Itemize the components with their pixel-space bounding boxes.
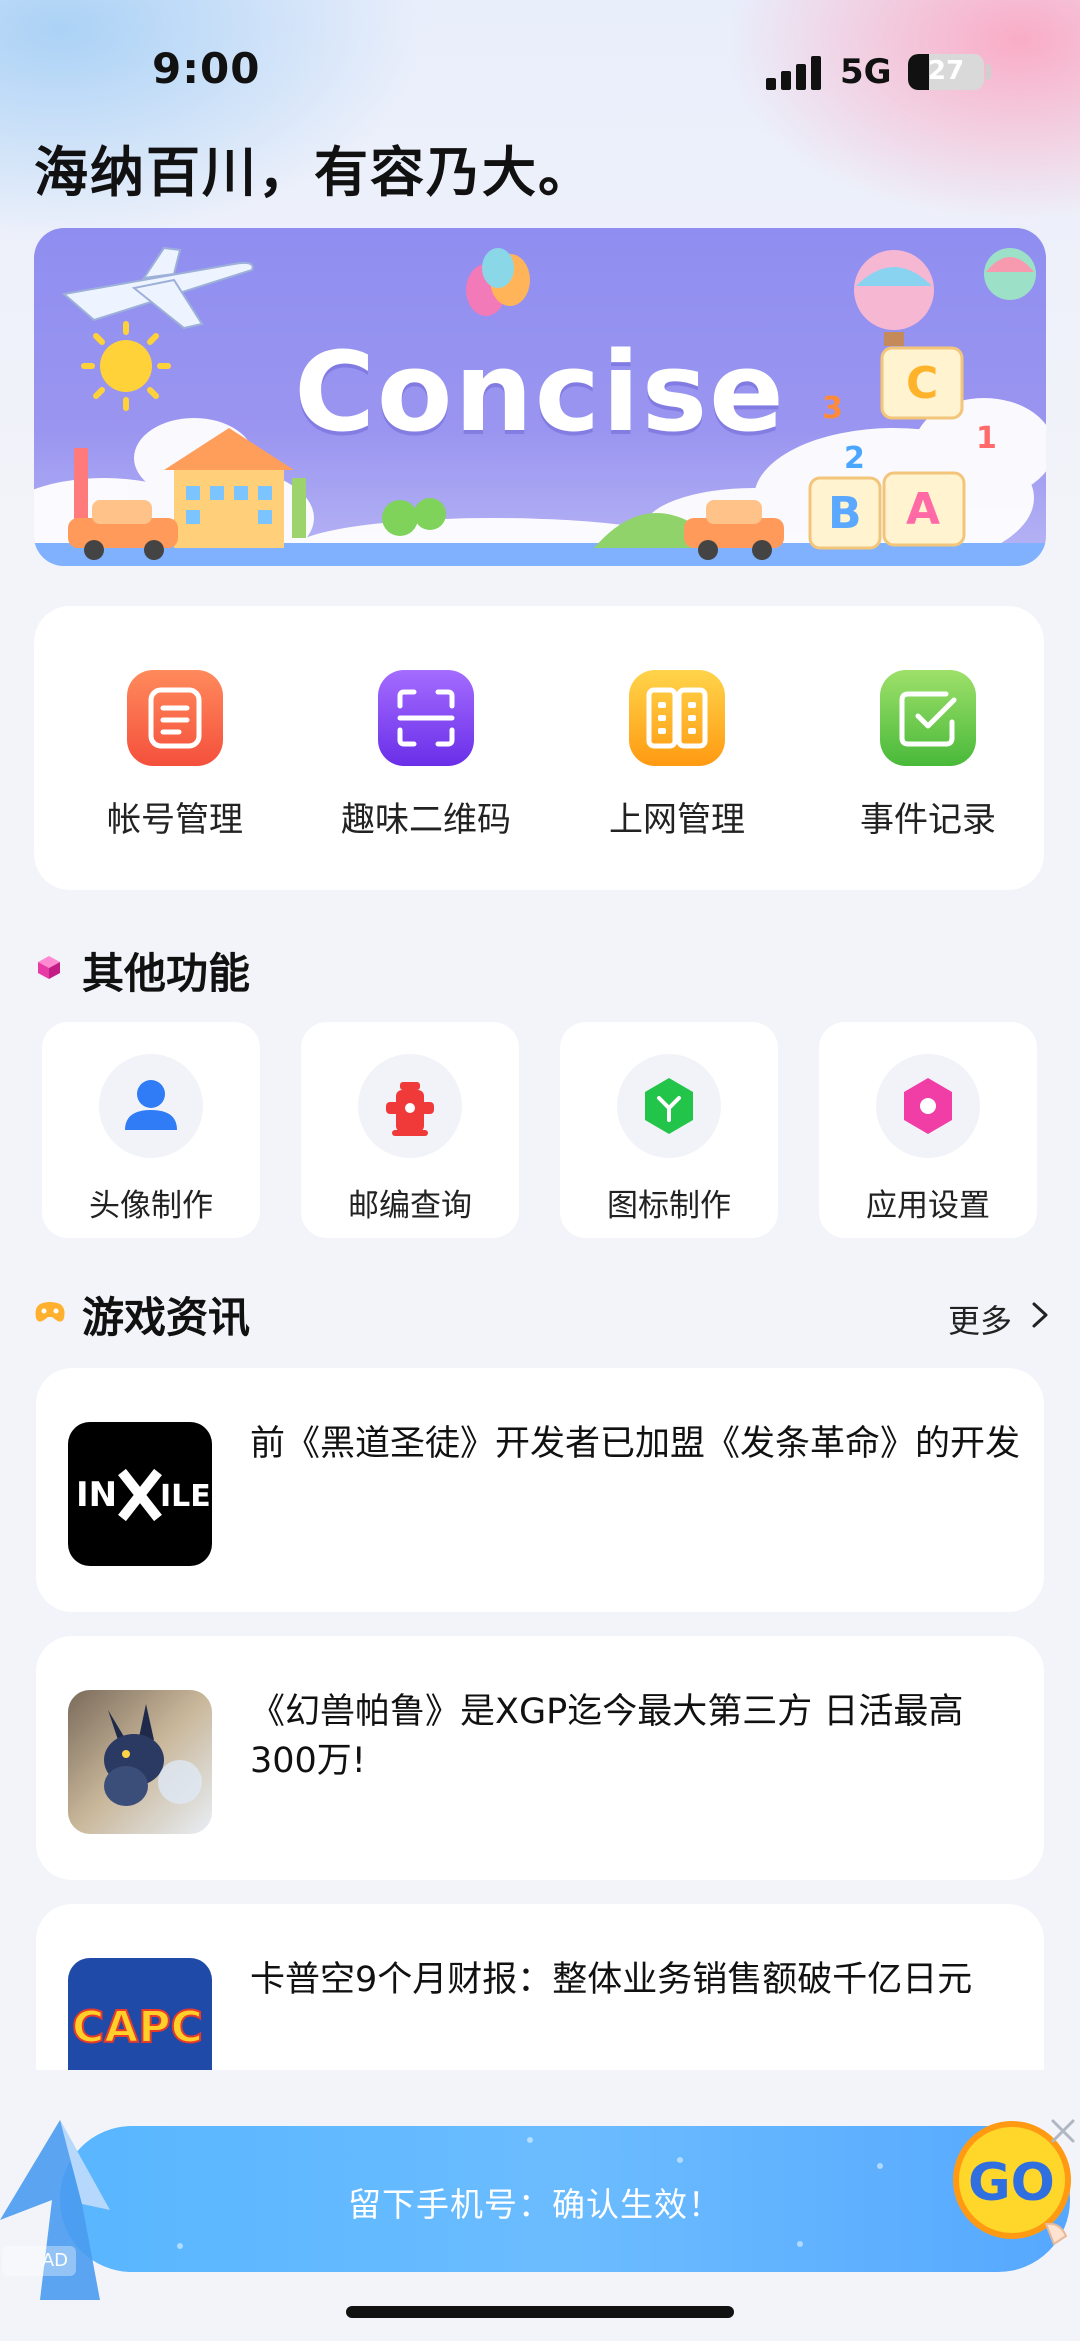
section-title-other-functions: 其他功能 (82, 949, 251, 998)
quick-action-events[interactable]: 事件记录 (828, 670, 1028, 850)
network-type: 5G (840, 52, 892, 92)
quick-actions-card: 帐号管理 趣味二维码 上网管理 事件记录 (34, 606, 1044, 890)
svg-text:B: B (828, 488, 862, 539)
battery-tip (986, 64, 991, 80)
signal-icon (766, 56, 822, 90)
quick-action-label: 上网管理 (609, 800, 745, 840)
battery-level: 27 (927, 56, 965, 86)
tile-label: 应用设置 (866, 1188, 990, 1224)
battery-icon: 27 (908, 54, 984, 90)
cube-icon (38, 956, 60, 979)
tile-postcode-lookup[interactable]: 邮编查询 (301, 1022, 519, 1238)
ad-text: 留下手机号：确认生效！ (348, 2185, 722, 2224)
section-title-game-news: 游戏资讯 (82, 1293, 251, 1342)
tile-icon-maker[interactable]: 图标制作 (560, 1022, 778, 1238)
ad-go-label: GO (968, 2153, 1055, 2213)
quick-action-label: 事件记录 (860, 800, 996, 840)
palworld-thumbnail (68, 1690, 212, 1834)
gamepad-icon (35, 1302, 65, 1322)
news-list-viewport: CAPC 卡普空9个月财报：整体业务销售额破千亿日元 (0, 1900, 1080, 2070)
checkbox-icon (880, 670, 976, 766)
tile-label: 头像制作 (89, 1188, 213, 1224)
tile-label: 图标制作 (607, 1188, 731, 1224)
news-card[interactable]: CAPC 卡普空9个月财报：整体业务销售额破千亿日元 (36, 1904, 1044, 2070)
quick-action-network[interactable]: 上网管理 (577, 670, 777, 850)
tile-avatar-maker[interactable]: 头像制作 (42, 1022, 260, 1238)
banner-title: Concise (294, 328, 786, 456)
svg-text:IN: IN (76, 1475, 117, 1515)
quick-action-label: 帐号管理 (107, 800, 243, 840)
close-icon[interactable] (1048, 2116, 1078, 2146)
status-time: 9:00 (152, 44, 261, 93)
hexagon-y-icon (617, 1054, 721, 1158)
news-title: 前《黑道圣徒》开发者已加盟《发条革命》的开发 (250, 1424, 1021, 1464)
svg-text:ILE: ILE (160, 1479, 211, 1514)
home-indicator[interactable] (346, 2306, 734, 2318)
quick-action-label: 趣味二维码 (341, 800, 511, 840)
more-link[interactable]: 更多 (948, 1296, 1012, 1342)
hexagon-settings-icon (876, 1054, 980, 1158)
user-icon (99, 1054, 203, 1158)
page-slogan: 海纳百川，有容乃大。 (34, 141, 594, 204)
news-card[interactable]: IN ILE 前《黑道圣徒》开发者已加盟《发条革命》的开发 (36, 1368, 1044, 1612)
banner[interactable]: C B A 3 2 1 Concise (34, 228, 1046, 566)
qr-scan-icon (378, 670, 474, 766)
ad-badge: AD (2, 2246, 76, 2276)
inxile-logo-thumbnail: IN ILE (68, 1422, 212, 1566)
news-card[interactable]: 《幻兽帕鲁》是XGP迄今最大第三方 日活最高300万! (36, 1636, 1044, 1880)
hydrant-icon (358, 1054, 462, 1158)
chevron-right-icon[interactable] (1024, 1300, 1054, 1330)
quick-action-qrcode[interactable]: 趣味二维码 (326, 670, 526, 850)
server-rack-icon (629, 670, 725, 766)
news-title: 《幻兽帕鲁》是XGP迄今最大第三方 日活最高300万! (250, 1692, 964, 1781)
capcom-logo-thumbnail: CAPC (68, 1958, 212, 2070)
svg-text:A: A (906, 484, 940, 535)
status-bar: 9:00 5G 27 (0, 0, 1080, 140)
tile-app-settings[interactable]: 应用设置 (819, 1022, 1037, 1238)
news-title: 卡普空9个月财报：整体业务销售额破千亿日元 (250, 1960, 973, 2000)
quick-action-account[interactable]: 帐号管理 (75, 670, 275, 850)
tile-label: 邮编查询 (348, 1188, 472, 1224)
svg-text:CAPC: CAPC (72, 2002, 203, 2053)
ad-banner[interactable]: 留下手机号：确认生效！ (60, 2126, 1070, 2272)
document-list-icon (127, 670, 223, 766)
